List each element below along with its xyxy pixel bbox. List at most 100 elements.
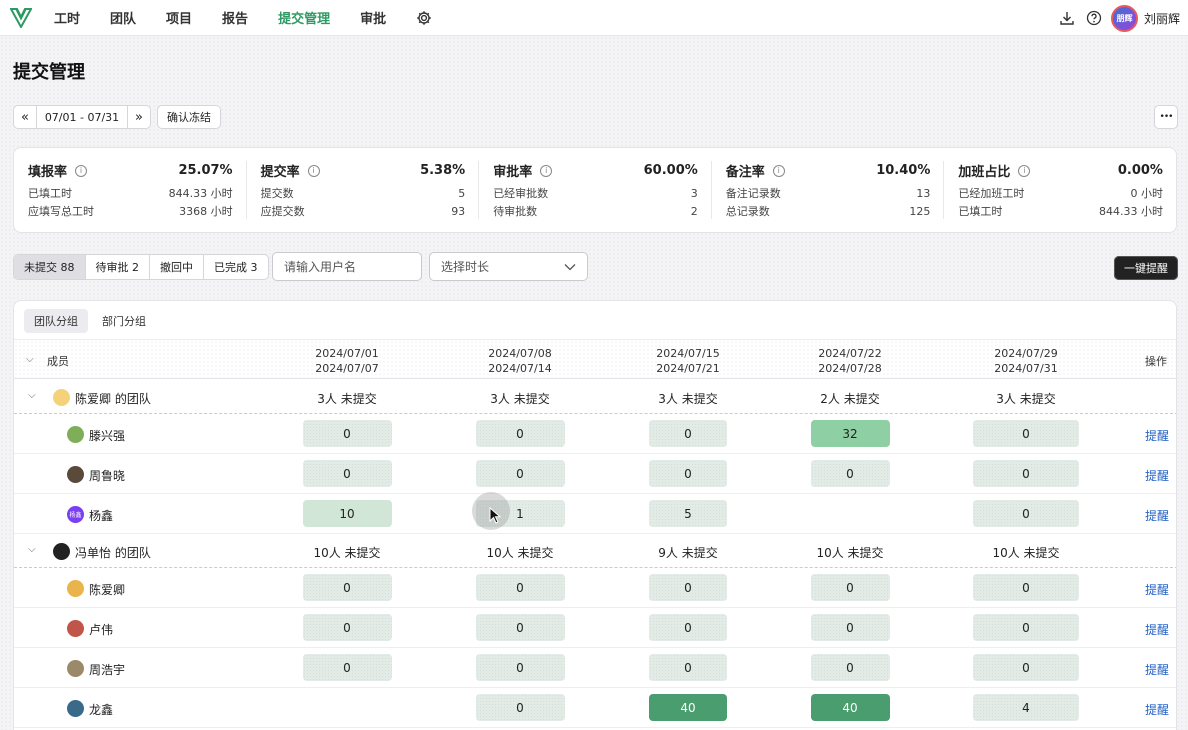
next-range-icon[interactable]: » bbox=[127, 106, 150, 128]
nav-item-0[interactable]: 工时 bbox=[54, 8, 80, 27]
week-hours-cell[interactable]: 0 bbox=[973, 574, 1079, 601]
group-name: 冯单怡 的团队 bbox=[75, 546, 151, 560]
week-hours-cell[interactable]: 32 bbox=[810, 420, 890, 447]
stat-row: 已填工时 844.33 小时 bbox=[958, 203, 1163, 221]
week-end-date: 2024/07/14 bbox=[488, 362, 552, 375]
group-tab-0[interactable]: 团队分组 bbox=[24, 309, 88, 333]
week-hours-cell[interactable]: 0 bbox=[475, 614, 565, 641]
week-hours-cell[interactable]: 0 bbox=[973, 460, 1079, 487]
week-hours-cell[interactable]: 10 bbox=[302, 500, 392, 527]
info-icon[interactable]: i bbox=[772, 164, 785, 177]
download-icon[interactable] bbox=[1058, 9, 1076, 27]
group-week-summary: 3人 未提交 bbox=[317, 392, 377, 406]
remind-all-button[interactable]: 一键提醒 bbox=[1114, 256, 1178, 280]
status-tab-1[interactable]: 待审批 2 bbox=[86, 255, 150, 279]
week-hours-cell[interactable]: 0 bbox=[302, 574, 392, 601]
info-icon[interactable]: i bbox=[75, 164, 88, 177]
week-hours-cell[interactable]: 40 bbox=[649, 694, 727, 721]
stat-percentage: 5.38% bbox=[420, 163, 466, 178]
remind-link[interactable]: 提醒 bbox=[1145, 581, 1169, 598]
remind-link[interactable]: 提醒 bbox=[1145, 427, 1169, 444]
week-hours-cell[interactable]: 0 bbox=[810, 614, 890, 641]
week-hours-cell[interactable]: 4 bbox=[973, 694, 1079, 721]
stat-value: 13 bbox=[916, 187, 931, 200]
week-hours-cell[interactable]: 0 bbox=[302, 654, 392, 681]
group-week-summary: 3人 未提交 bbox=[490, 392, 550, 406]
week-hours-cell[interactable]: 0 bbox=[475, 574, 565, 601]
stat-percentage: 25.07% bbox=[178, 163, 233, 178]
week-hours-cell[interactable]: 0 bbox=[810, 460, 890, 487]
group-week-summary: 3人 未提交 bbox=[996, 392, 1056, 406]
week-hours-cell[interactable]: 0 bbox=[475, 654, 565, 681]
stat-value: 844.33 小时 bbox=[168, 187, 233, 200]
week-hours-cell[interactable]: 0 bbox=[302, 460, 392, 487]
confirm-freeze-button[interactable]: 确认冻结 bbox=[157, 105, 221, 129]
stat-title: 审批率 i bbox=[493, 161, 553, 180]
info-icon[interactable]: i bbox=[540, 164, 553, 177]
user-avatar[interactable]: 朋辉 bbox=[1110, 4, 1138, 32]
week-end-date: 2024/07/28 bbox=[818, 362, 882, 375]
week-hours-cell[interactable]: 0 bbox=[649, 654, 727, 681]
help-icon[interactable] bbox=[1085, 9, 1103, 27]
nav-item-5[interactable]: 审批 bbox=[360, 8, 386, 27]
status-tab-0[interactable]: 未提交 88 bbox=[14, 255, 86, 279]
week-hours-cell[interactable]: 5 bbox=[649, 500, 727, 527]
remind-link[interactable]: 提醒 bbox=[1145, 621, 1169, 638]
date-range-label[interactable]: 07/01 - 07/31 bbox=[37, 111, 127, 124]
stat-block: 备注率 i 10.40% 备注记录数 13 总记录数 125 bbox=[712, 161, 945, 219]
status-tab-2[interactable]: 撤回中 bbox=[150, 255, 204, 279]
week-hours-cell[interactable]: 0 bbox=[973, 614, 1079, 641]
page-title: 提交管理 bbox=[13, 62, 85, 83]
group-collapse-chevron-icon[interactable]: ⌵ bbox=[28, 390, 36, 401]
app-logo-icon[interactable] bbox=[10, 6, 34, 30]
table-row: 滕兴强 0 0 0 32 0 提醒 bbox=[14, 414, 1176, 454]
member-avatar bbox=[67, 620, 84, 637]
info-icon[interactable]: i bbox=[1018, 164, 1031, 177]
nav-item-4[interactable]: 提交管理 bbox=[278, 8, 330, 27]
week-hours-cell[interactable]: 0 bbox=[302, 614, 392, 641]
week-hours-cell[interactable]: 0 bbox=[649, 460, 727, 487]
remind-link[interactable]: 提醒 bbox=[1145, 467, 1169, 484]
username-search-input[interactable]: 请输入用户名 bbox=[272, 252, 422, 281]
username[interactable]: 刘丽辉 bbox=[1144, 10, 1180, 27]
stat-header: 填报率 i 25.07% bbox=[28, 161, 233, 180]
gear-icon[interactable] bbox=[416, 9, 434, 27]
week-hours-cell[interactable]: 0 bbox=[810, 574, 890, 601]
week-hours-cell[interactable]: 0 bbox=[475, 694, 565, 721]
week-hours-cell[interactable]: 40 bbox=[810, 694, 890, 721]
week-hours-cell[interactable]: 0 bbox=[973, 420, 1079, 447]
stat-block: 审批率 i 60.00% 已经审批数 3 待审批数 2 bbox=[479, 161, 712, 219]
more-options-button[interactable]: ••• bbox=[1154, 105, 1178, 129]
nav-item-1[interactable]: 团队 bbox=[110, 8, 136, 27]
nav-item-3[interactable]: 报告 bbox=[222, 8, 248, 27]
duration-select[interactable]: 选择时长 bbox=[429, 252, 588, 281]
remind-link[interactable]: 提醒 bbox=[1145, 701, 1169, 718]
week-hours-cell[interactable]: 0 bbox=[810, 654, 890, 681]
week-hours-cell[interactable]: 0 bbox=[475, 420, 565, 447]
stat-title: 加班占比 i bbox=[958, 161, 1031, 180]
collapse-all-chevron-icon[interactable]: ⌵ bbox=[26, 354, 34, 365]
stat-row: 已经加班工时 0 小时 bbox=[958, 185, 1163, 203]
week-hours-cell[interactable]: 0 bbox=[973, 654, 1079, 681]
remind-link[interactable]: 提醒 bbox=[1145, 507, 1169, 524]
group-collapse-chevron-icon[interactable]: ⌵ bbox=[28, 544, 36, 555]
week-hours-cell[interactable]: 0 bbox=[649, 614, 727, 641]
prev-range-icon[interactable]: « bbox=[14, 106, 37, 128]
group-tab-1[interactable]: 部门分组 bbox=[92, 309, 156, 333]
week-hours-cell[interactable]: 0 bbox=[973, 500, 1079, 527]
stat-title-text: 提交率 bbox=[260, 165, 300, 180]
top-nav: 工时 团队 项目 报告 提交管理 审批 朋辉 刘丽辉 bbox=[0, 0, 1188, 36]
status-tab-3[interactable]: 已完成 3 bbox=[204, 255, 268, 279]
week-hours-cell[interactable]: 0 bbox=[475, 460, 565, 487]
nav-item-2[interactable]: 项目 bbox=[166, 8, 192, 27]
table-row: 周浩宇 0 0 0 0 0 提醒 bbox=[14, 648, 1176, 688]
week-hours-cell[interactable]: 0 bbox=[302, 420, 392, 447]
stat-row: 待审批数 2 bbox=[493, 203, 698, 221]
remind-link[interactable]: 提醒 bbox=[1145, 661, 1169, 678]
duration-select-placeholder: 选择时长 bbox=[441, 260, 490, 274]
week-hours-cell[interactable]: 0 bbox=[649, 574, 727, 601]
stat-title: 提交率 i bbox=[261, 161, 320, 180]
info-icon[interactable]: i bbox=[307, 164, 320, 177]
stat-row: 总记录数 125 bbox=[726, 203, 931, 221]
week-hours-cell[interactable]: 0 bbox=[649, 420, 727, 447]
